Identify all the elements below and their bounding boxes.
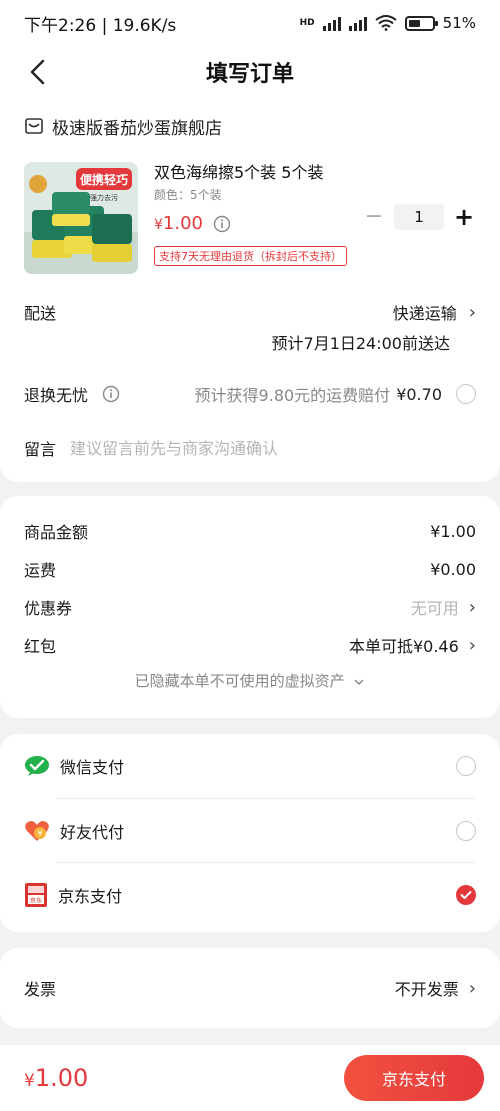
delivery-row[interactable]: 配送 快递运输 › 预计7月1日24:00前送达 bbox=[24, 300, 476, 354]
invoice-value: 不开发票 bbox=[394, 980, 459, 999]
product-price: ¥1.00 bbox=[154, 213, 203, 234]
return-policy-tag: 支持7天无理由退货（拆封后不支持） bbox=[154, 246, 347, 266]
remark-label: 留言 bbox=[24, 440, 57, 459]
svg-text:京东: 京东 bbox=[30, 896, 42, 904]
amount-card: 商品金额 ¥1.00 运费 ¥0.00 优惠券 无可用 › 红包 本单可抵¥0.4… bbox=[0, 496, 500, 718]
back-button[interactable] bbox=[22, 56, 52, 88]
payment-option-wechat[interactable]: 微信支付 bbox=[24, 734, 476, 798]
status-icons: HD 51% bbox=[300, 14, 476, 32]
quantity-stepper: − 1 + bbox=[362, 204, 476, 230]
nav-bar: 填写订单 bbox=[0, 46, 500, 98]
shipping-fee-row: 运费 ¥0.00 bbox=[24, 550, 476, 588]
decrease-button[interactable]: − bbox=[362, 206, 386, 228]
wechat-pay-icon bbox=[25, 756, 49, 776]
payment-card: 微信支付 ¥ 好友代付 京东 京东支付 bbox=[0, 734, 500, 932]
price-symbol: ¥ bbox=[154, 217, 163, 233]
hidden-assets-toggle[interactable]: 已隐藏本单不可使用的虚拟资产 bbox=[24, 670, 476, 691]
hd-label: HD bbox=[299, 18, 315, 28]
product-info: 双色海绵擦5个装 5个装 颜色：5个装 ¥1.00 − 1 + 支持7天无理由退… bbox=[154, 162, 476, 274]
store-icon bbox=[25, 118, 43, 134]
hidden-assets-text: 已隐藏本单不可使用的虚拟资产 bbox=[134, 672, 345, 690]
worry-free-row: 退换无忧 预计获得9.80元的运费赔付 ¥0.70 bbox=[24, 382, 476, 406]
payment-radio[interactable] bbox=[456, 756, 476, 776]
chevron-left-icon bbox=[30, 59, 45, 85]
signal-icon-1 bbox=[322, 15, 341, 31]
red-packet-label: 红包 bbox=[24, 637, 57, 656]
worry-free-price: ¥0.70 bbox=[396, 384, 442, 404]
product-item: 便携轻巧 强力去污 双色海绵擦5个装 5个装 颜色：5个装 ¥1.00 − 1 … bbox=[24, 162, 476, 274]
info-icon[interactable] bbox=[102, 385, 120, 403]
chevron-right-icon: › bbox=[468, 634, 476, 656]
order-card: 极速版番茄炒蛋旗舰店 便携轻巧 强力去污 双色海绵擦5个装 5个装 颜色：5个装… bbox=[0, 98, 500, 482]
product-title[interactable]: 双色海绵擦5个装 5个装 bbox=[154, 162, 476, 184]
shipping-fee-label: 运费 bbox=[24, 561, 57, 580]
check-icon bbox=[460, 890, 472, 899]
worry-free-description: 预计获得9.80元的运费赔付 bbox=[194, 386, 391, 405]
status-time-speed: 下午2:26 | 19.6K/s bbox=[24, 15, 177, 36]
chevron-right-icon: › bbox=[468, 596, 476, 618]
red-packet-value: 本单可抵¥0.46 bbox=[348, 637, 459, 656]
chevron-right-icon: › bbox=[468, 301, 476, 323]
invoice-label: 发票 bbox=[24, 980, 57, 999]
quantity-value[interactable]: 1 bbox=[394, 204, 444, 230]
signal-icon-2 bbox=[348, 15, 367, 31]
delivery-label: 配送 bbox=[24, 304, 57, 323]
delivery-info: 快递运输 › 预计7月1日24:00前送达 bbox=[272, 300, 476, 354]
goods-amount-row: 商品金额 ¥1.00 bbox=[24, 512, 476, 550]
svg-text:¥: ¥ bbox=[37, 829, 42, 838]
submit-order-button[interactable]: 京东支付 bbox=[344, 1055, 484, 1101]
payment-radio[interactable] bbox=[456, 820, 476, 841]
delivery-eta: 预计7月1日24:00前送达 bbox=[271, 334, 450, 353]
wifi-icon bbox=[375, 15, 397, 31]
product-image[interactable]: 便携轻巧 强力去污 bbox=[24, 162, 138, 274]
image-badge-text: 便携轻巧 bbox=[80, 172, 128, 187]
coupon-row[interactable]: 优惠券 无可用 › bbox=[24, 588, 476, 626]
worry-free-label: 退换无忧 bbox=[24, 386, 89, 405]
total-symbol: ¥ bbox=[24, 1071, 35, 1091]
red-packet-row[interactable]: 红包 本单可抵¥0.46 › bbox=[24, 626, 476, 664]
payment-option-friend[interactable]: ¥ 好友代付 bbox=[25, 798, 476, 862]
remark-row: 留言 bbox=[24, 436, 476, 460]
info-icon[interactable] bbox=[213, 215, 231, 233]
jd-pay-icon: 京东 bbox=[25, 882, 47, 907]
remark-input[interactable] bbox=[70, 438, 476, 458]
coupon-label: 优惠券 bbox=[24, 599, 73, 618]
total-value: 1.00 bbox=[34, 1064, 89, 1092]
status-bar: 下午2:26 | 19.6K/s HD 51% bbox=[0, 0, 500, 46]
friend-pay-icon: ¥ bbox=[25, 820, 49, 841]
coupon-value: 无可用 bbox=[410, 599, 459, 618]
goods-amount-label: 商品金额 bbox=[24, 523, 89, 542]
image-subtext: 强力去污 bbox=[90, 193, 118, 202]
shipping-fee-value: ¥0.00 bbox=[430, 559, 476, 579]
payment-label: 好友代付 bbox=[60, 822, 125, 842]
page-title: 填写订单 bbox=[205, 62, 294, 87]
price-value: 1.00 bbox=[162, 213, 203, 234]
worry-free-radio[interactable] bbox=[456, 384, 476, 404]
chevron-down-icon bbox=[354, 679, 364, 686]
payment-label: 京东支付 bbox=[58, 886, 123, 906]
goods-amount-value: ¥1.00 bbox=[430, 521, 476, 541]
delivery-method: 快递运输 bbox=[392, 304, 457, 323]
payment-label: 微信支付 bbox=[60, 758, 125, 777]
product-spec: 颜色：5个装 bbox=[154, 188, 222, 202]
chevron-right-icon: › bbox=[468, 977, 476, 999]
payment-selected-check[interactable] bbox=[456, 884, 476, 905]
invoice-row[interactable]: 发票 不开发票 › bbox=[0, 948, 500, 1028]
total-price: ¥1.00 bbox=[24, 1064, 88, 1092]
battery-icon bbox=[404, 15, 438, 31]
battery-percent: 51% bbox=[442, 14, 476, 32]
increase-button[interactable]: + bbox=[452, 205, 476, 229]
bottom-bar: ¥1.00 京东支付 bbox=[0, 1045, 500, 1111]
store-row[interactable]: 极速版番茄炒蛋旗舰店 bbox=[24, 112, 476, 140]
payment-option-jd[interactable]: 京东 京东支付 bbox=[25, 862, 476, 926]
store-name: 极速版番茄炒蛋旗舰店 bbox=[52, 118, 222, 139]
